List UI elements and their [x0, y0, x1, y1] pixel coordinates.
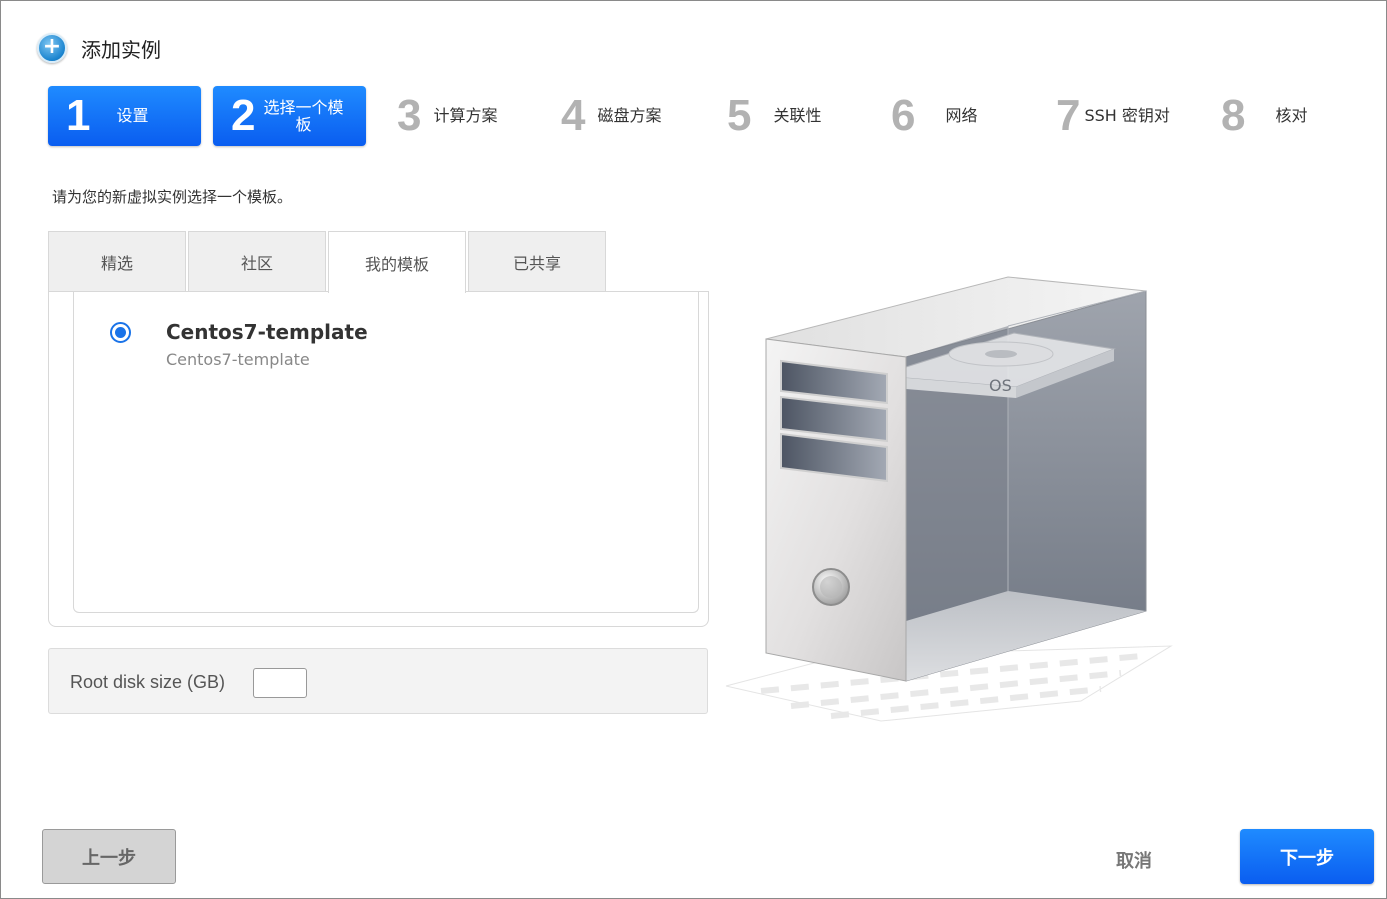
step-label: 选择一个模板	[263, 98, 344, 134]
cancel-button[interactable]: 取消	[1094, 846, 1174, 874]
step-number: 1	[66, 91, 91, 140]
step-number: 5	[727, 91, 752, 140]
previous-button[interactable]: 上一步	[42, 829, 176, 884]
step-disk-offering[interactable]: 4 磁盘方案	[561, 86, 662, 146]
tab-my-templates[interactable]: 我的模板	[328, 231, 466, 293]
dialog-header: + 添加实例	[37, 33, 161, 63]
os-label: OS	[989, 376, 1012, 395]
step-setup[interactable]: 1 设置	[48, 86, 201, 146]
add-instance-dialog: + 添加实例 1 设置 2 选择一个模板 3 计算方案 4 磁盘方案 5 关联性…	[0, 0, 1387, 899]
step-affinity[interactable]: 5 关联性	[727, 86, 822, 146]
step-number: 6	[891, 91, 916, 140]
step-select-template[interactable]: 2 选择一个模板	[213, 86, 366, 146]
step-label: 计算方案	[433, 105, 498, 125]
step-label: SSH 密钥对	[1084, 105, 1170, 125]
dialog-title: 添加实例	[81, 37, 161, 62]
tab-community[interactable]: 社区	[188, 231, 326, 292]
template-list: Centos7-template Centos7-template	[73, 292, 699, 613]
template-name[interactable]: Centos7-template	[166, 320, 368, 344]
next-button[interactable]: 下一步	[1240, 829, 1374, 884]
step-label: 网络	[945, 105, 978, 125]
server-tower-icon: OS	[725, 276, 1173, 722]
root-disk-size-input[interactable]	[253, 668, 307, 698]
tab-featured[interactable]: 精选	[48, 231, 186, 292]
step-number: 4	[561, 91, 586, 140]
step-compute-offering[interactable]: 3 计算方案	[397, 86, 498, 146]
step-number: 7	[1056, 91, 1081, 140]
server-illustration: OS	[721, 261, 1211, 731]
step-label: 设置	[116, 105, 149, 125]
template-radio[interactable]	[110, 322, 131, 343]
step-label: 核对	[1275, 105, 1308, 125]
step-network[interactable]: 6 网络	[891, 86, 978, 146]
step-review[interactable]: 8 核对	[1221, 86, 1308, 146]
step-number: 3	[397, 91, 422, 140]
step-label: 关联性	[773, 105, 822, 125]
add-circle-icon: +	[37, 33, 67, 63]
tab-shared[interactable]: 已共享	[468, 231, 606, 292]
template-description: Centos7-template	[166, 350, 310, 369]
template-instructions: 请为您的新虚拟实例选择一个模板。	[52, 188, 293, 206]
step-label: 磁盘方案	[597, 105, 662, 125]
step-number: 2	[231, 91, 256, 140]
root-disk-size-label: Root disk size (GB)	[70, 672, 226, 692]
root-disk-size-row: Root disk size (GB)	[48, 648, 708, 714]
step-number: 8	[1221, 91, 1246, 140]
radio-selected-dot	[115, 327, 126, 338]
step-ssh-keypair[interactable]: 7 SSH 密钥对	[1056, 86, 1170, 146]
wizard-steps: 1 设置 2 选择一个模板 3 计算方案 4 磁盘方案 5 关联性 6 网络 7…	[48, 86, 1348, 146]
